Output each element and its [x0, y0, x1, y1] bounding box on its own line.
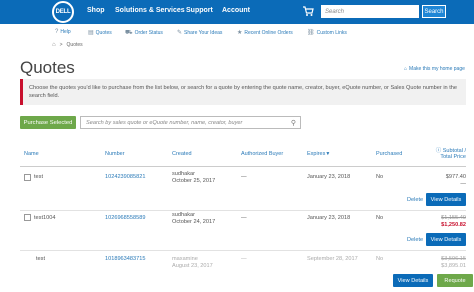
quote-name: test: [34, 174, 44, 180]
top-navigation-bar: DELL Shop Solutions & Services Support A…: [0, 0, 474, 24]
nav-shop[interactable]: Shop: [87, 7, 105, 14]
toolbar-order-status[interactable]: ⛟ Order Status: [125, 29, 163, 37]
table-header-divider: [20, 166, 466, 167]
quote-total: $1,250.82: [441, 222, 466, 228]
utility-toolbar: ? Help ▤ Quotes ⛟ Order Status ✎ Share Your …: [0, 26, 474, 38]
toolbar-recent-orders[interactable]: ★ Recent Online Orders: [237, 29, 293, 37]
quote-number-link[interactable]: 1026968558589: [105, 215, 145, 221]
delete-link[interactable]: Delete: [407, 197, 423, 203]
column-header-number[interactable]: Number: [105, 151, 125, 157]
toolbar-share-ideas[interactable]: ✎ Share Your Ideas: [177, 29, 222, 37]
quote-creator: sudhakar: [172, 212, 196, 218]
breadcrumb: ⌂ > Quotes: [52, 42, 83, 48]
quote-number-link[interactable]: 1024239085821: [105, 174, 145, 180]
home-icon[interactable]: ⌂: [52, 42, 56, 48]
nav-solutions-services[interactable]: Solutions & Services: [115, 7, 185, 14]
recent-orders-icon: ★: [237, 30, 243, 36]
cart-icon[interactable]: [302, 5, 314, 17]
view-details-button[interactable]: View Details: [393, 274, 433, 287]
view-details-button[interactable]: View Details: [426, 193, 466, 206]
quote-buyer: —: [241, 215, 247, 221]
quote-creator: maxamine: [172, 256, 198, 262]
breadcrumb-current: Quotes: [66, 42, 83, 48]
custom-links-icon: ⛓: [307, 30, 315, 36]
purchase-selected-button[interactable]: Purchase Selected: [20, 116, 76, 129]
quotes-icon: ▤: [88, 30, 94, 36]
order-status-icon: ⛟: [125, 30, 133, 36]
make-homepage-link[interactable]: ⌂ Make this my home page: [404, 66, 465, 72]
quote-created-date: October 24, 2017: [172, 219, 216, 225]
requote-button[interactable]: Requote: [437, 274, 473, 287]
column-header-subtotal-total[interactable]: ⓘ Subtotal / Total Price: [433, 146, 466, 160]
quote-purchased: No: [376, 215, 384, 221]
toolbar-custom-links[interactable]: ⛓ Custom Links: [307, 29, 347, 37]
home-icon: ⌂: [404, 66, 408, 72]
quote-subtotal: $977.40: [445, 174, 466, 180]
column-header-created[interactable]: Created: [172, 151, 192, 157]
column-header-purchased[interactable]: Purchased: [376, 151, 402, 157]
quote-search-input[interactable]: Search by sales quote or eQuote number, …: [80, 116, 301, 129]
row-divider: [20, 250, 466, 251]
quote-total: $3,895.01: [441, 263, 466, 269]
site-search-input[interactable]: Search: [321, 5, 419, 18]
view-details-button[interactable]: View Details: [426, 233, 466, 246]
page-title: Quotes: [20, 58, 75, 77]
site-search-button[interactable]: Search: [422, 5, 446, 18]
share-ideas-icon: ✎: [177, 30, 183, 36]
row-select-checkbox[interactable]: [24, 214, 31, 221]
quote-name: test1004: [34, 215, 56, 221]
quote-subtotal: $1,155.49: [441, 215, 466, 221]
quote-creator: sudhakar: [172, 171, 196, 177]
column-header-expires[interactable]: Expires▼: [307, 151, 330, 157]
quote-purchased: No: [376, 174, 384, 180]
search-icon[interactable]: ⚲: [291, 119, 296, 127]
quote-subtotal: $3,596.15: [441, 256, 466, 262]
column-header-authorized-buyer[interactable]: Authorized Buyer: [241, 151, 283, 157]
dell-logo[interactable]: DELL: [52, 1, 74, 23]
column-header-name[interactable]: Name: [24, 151, 39, 157]
help-icon: ?: [55, 29, 59, 35]
quote-purchased: No: [376, 256, 384, 262]
quote-name: test: [36, 256, 46, 262]
quote-number-link[interactable]: 1018963483715: [105, 256, 145, 262]
toolbar-quotes[interactable]: ▤ Quotes: [88, 29, 112, 37]
sort-descending-icon: ▼: [325, 151, 331, 157]
quote-expires: September 28, 2017: [307, 256, 358, 262]
quote-expires: January 23, 2018: [307, 215, 351, 221]
row-divider: [20, 210, 466, 211]
quote-expires: January 23, 2018: [307, 174, 351, 180]
quote-created-date: October 25, 2017: [172, 178, 216, 184]
nav-support[interactable]: Support: [186, 7, 213, 14]
toolbar-help[interactable]: ? Help: [55, 29, 71, 35]
quote-buyer: —: [241, 174, 247, 180]
quote-created-date: August 23, 2017: [172, 263, 213, 269]
instruction-notice: Choose the quotes you'd like to purchase…: [20, 79, 466, 105]
quote-total: —: [460, 181, 466, 187]
nav-account[interactable]: Account: [222, 7, 250, 14]
delete-link[interactable]: Delete: [407, 237, 423, 243]
quote-buyer: —: [241, 256, 247, 262]
row-select-checkbox[interactable]: [24, 174, 31, 181]
